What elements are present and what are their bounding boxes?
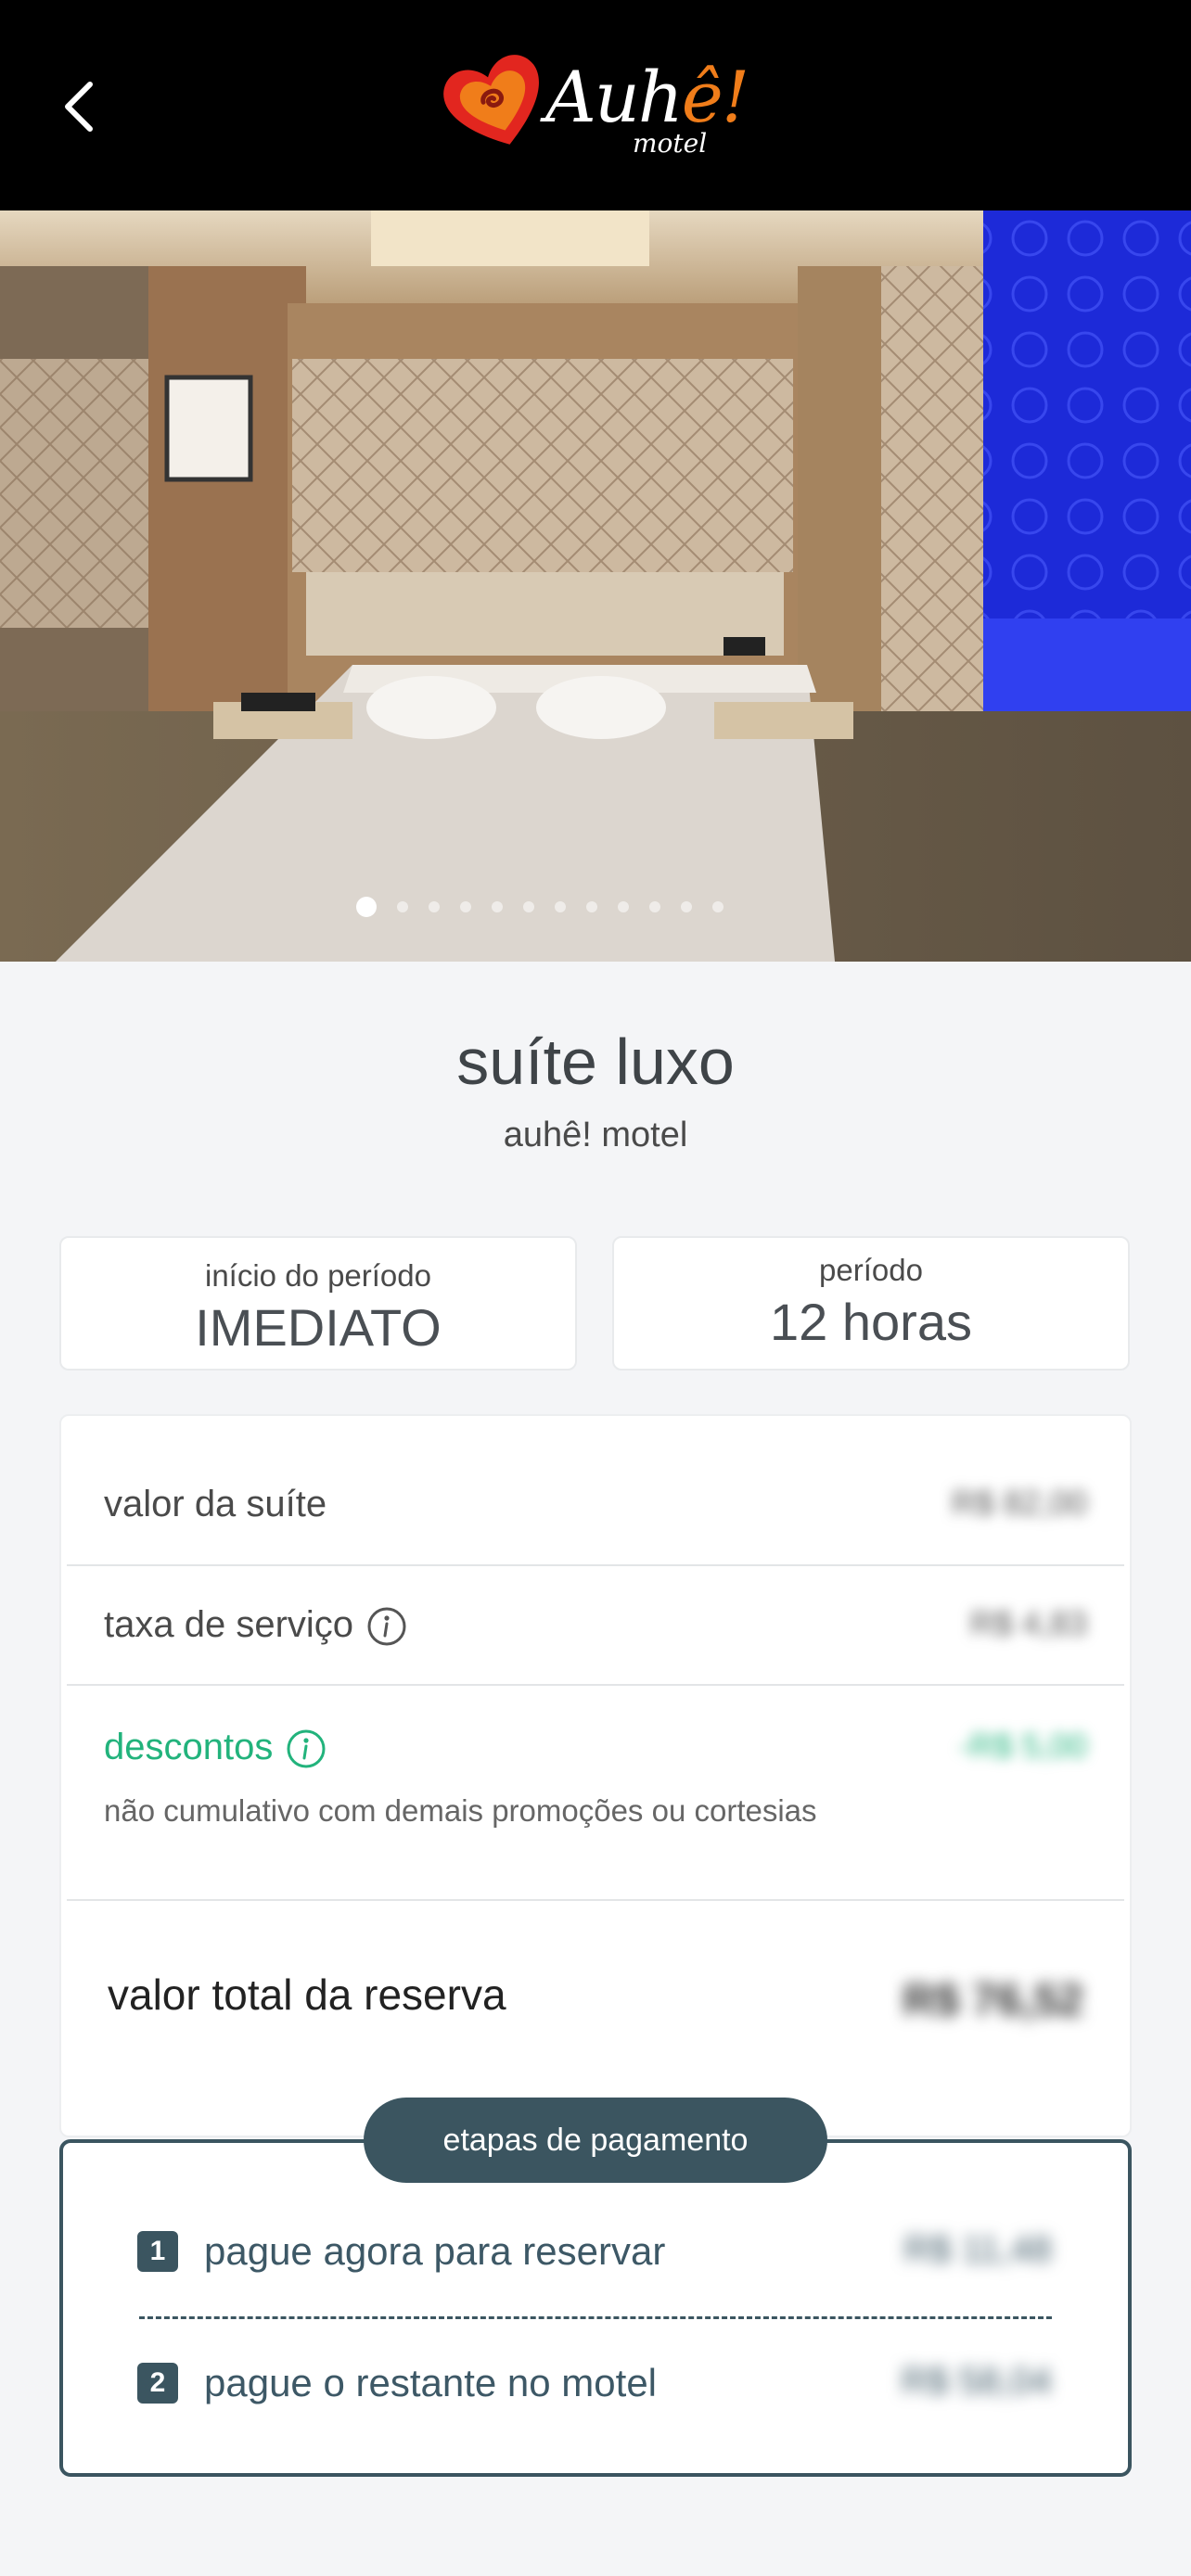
payment-step-1: 1 pague agora para reservar: [137, 2229, 665, 2274]
carousel-dot[interactable]: [460, 901, 471, 912]
carousel-dot[interactable]: [356, 897, 377, 917]
discount-label: descontos: [104, 1727, 274, 1767]
back-button[interactable]: [46, 70, 111, 144]
carousel-dot[interactable]: [681, 901, 692, 912]
discount-amount: -R$ 5,00: [958, 1727, 1087, 1765]
payment-steps-box: [59, 2139, 1132, 2477]
step-label: pague agora para reservar: [204, 2229, 666, 2273]
discount-note: não cumulativo com demais promoções ou c…: [104, 1793, 817, 1828]
heart-logo-icon: [443, 55, 539, 145]
step-1-amount: R$ 11,48: [903, 2229, 1052, 2270]
period-value: 12 horas: [770, 1293, 972, 1351]
logo-wordmark: Auhê!: [545, 56, 749, 138]
step-number: 2: [137, 2363, 178, 2404]
period-box: período 12 horas: [612, 1236, 1130, 1371]
service-fee-label-wrap: taxa de serviço: [104, 1604, 407, 1647]
period-start-label: início do período: [204, 1258, 431, 1293]
divider: [67, 1684, 1124, 1686]
app-header: Auhê! motel: [0, 0, 1191, 210]
period-start-value: IMEDIATO: [195, 1298, 442, 1357]
suite-photo: [0, 210, 1191, 962]
carousel-dot[interactable]: [649, 901, 660, 912]
step-label: pague o restante no motel: [204, 2361, 658, 2404]
carousel-dot[interactable]: [397, 901, 408, 912]
service-fee-row: taxa de serviço R$ 4,83: [67, 1604, 1124, 1660]
discount-row: descontos -R$ 5,00: [67, 1727, 1124, 1782]
service-fee-amount: R$ 4,83: [969, 1604, 1087, 1642]
total-amount: R$ 76,52: [903, 1976, 1083, 2025]
total-label: valor total da reserva: [108, 1970, 506, 2019]
period-label: período: [819, 1253, 923, 1287]
chevron-left-icon: [65, 82, 93, 132]
payment-steps-title: etapas de pagamento: [364, 2098, 827, 2183]
motel-name: auhê! motel: [503, 1116, 688, 1154]
service-fee-label: taxa de serviço: [104, 1604, 354, 1645]
payment-step-2: 2 pague o restante no motel: [137, 2361, 657, 2405]
info-icon[interactable]: [286, 1728, 327, 1769]
divider: [67, 1899, 1124, 1901]
carousel-dot[interactable]: [712, 901, 724, 912]
suite-value-row: valor da suíte R$ 82,00: [67, 1484, 1124, 1539]
discount-label-wrap: descontos: [104, 1727, 327, 1769]
carousel-dot[interactable]: [523, 901, 534, 912]
carousel-dot[interactable]: [492, 901, 503, 912]
carousel-dots: [0, 897, 1191, 917]
step-2-amount: R$ 58,04: [901, 2361, 1052, 2402]
dashed-divider: [139, 2316, 1052, 2319]
suite-title: suíte luxo: [456, 1026, 735, 1098]
carousel-dot[interactable]: [586, 901, 597, 912]
suite-value-amount: R$ 82,00: [951, 1484, 1087, 1522]
motel-logo: Auhê! motel: [436, 37, 751, 176]
carousel-dot[interactable]: [429, 901, 440, 912]
suite-photo-carousel[interactable]: [0, 210, 1191, 962]
period-start-box: início do período IMEDIATO: [59, 1236, 577, 1371]
info-icon[interactable]: [366, 1606, 407, 1647]
suite-value-label: valor da suíte: [104, 1484, 327, 1524]
step-number: 1: [137, 2231, 178, 2272]
divider: [67, 1564, 1124, 1566]
carousel-dot[interactable]: [555, 901, 566, 912]
carousel-dot[interactable]: [618, 901, 629, 912]
logo-subtitle: motel: [633, 128, 708, 159]
